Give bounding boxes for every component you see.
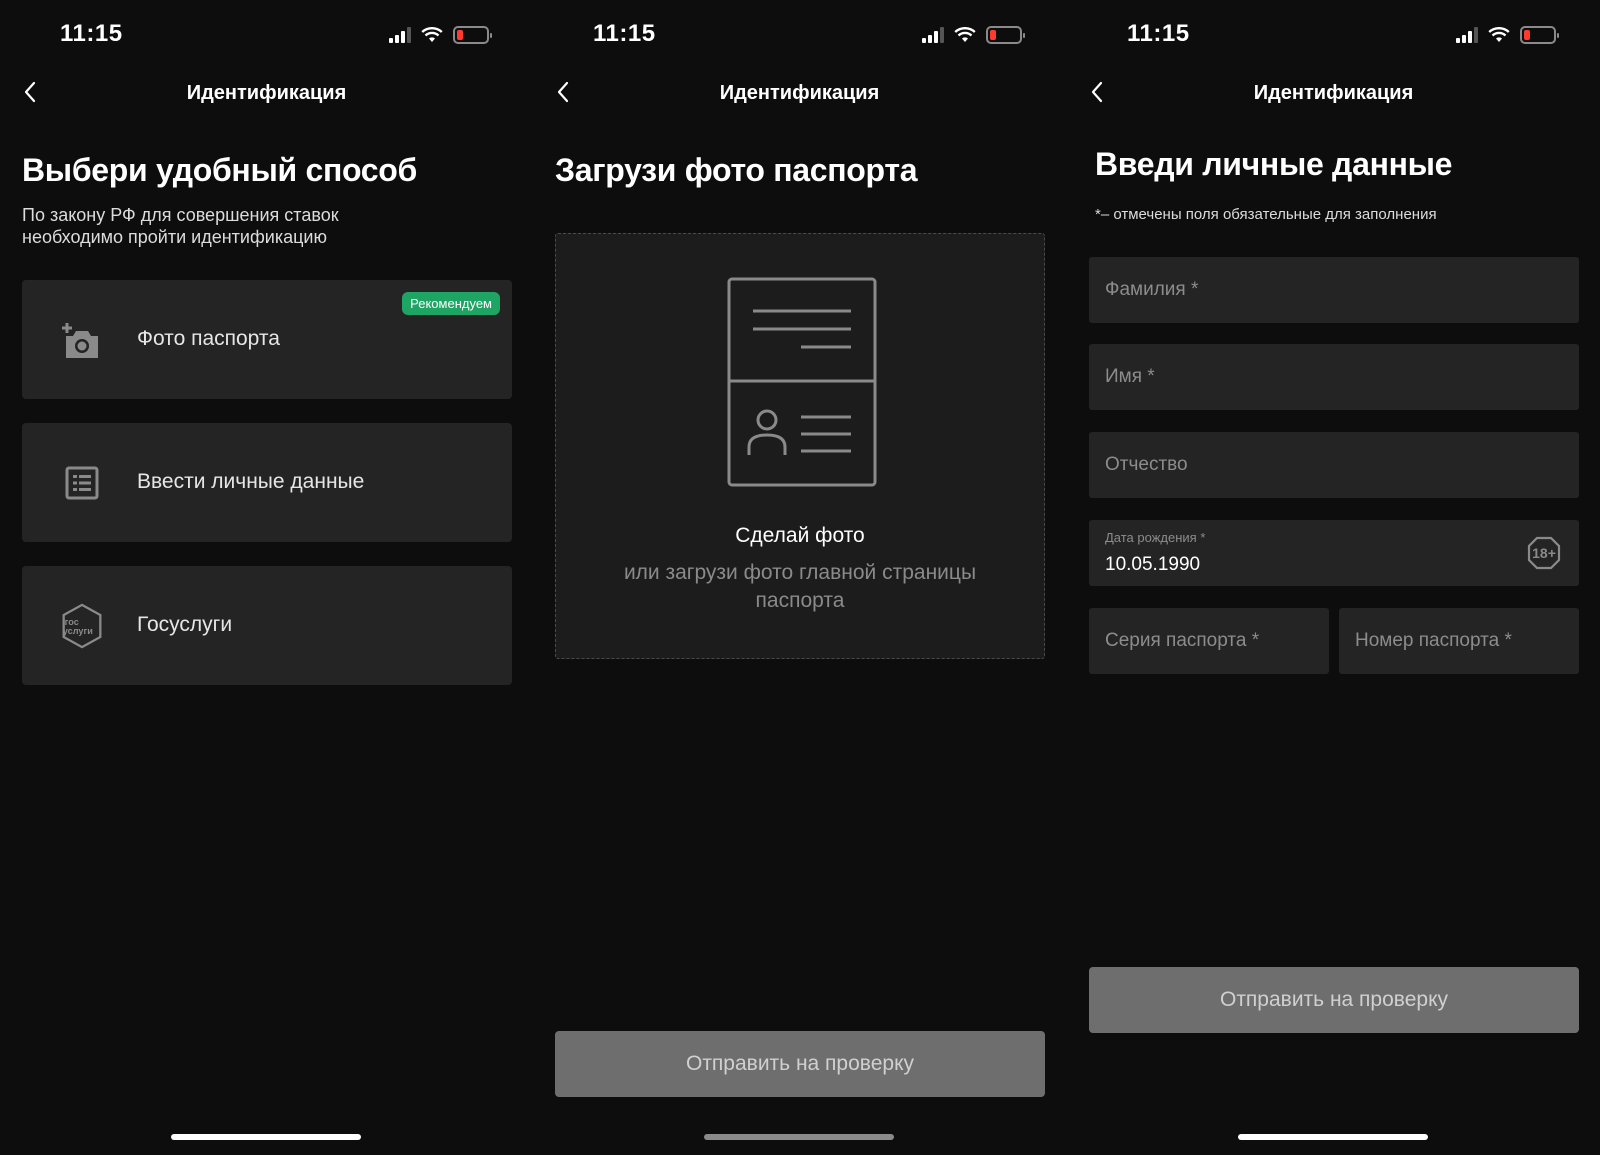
status-icons [922,24,1025,46]
passport-document-icon [727,277,877,487]
required-fields-note: *– отмечены поля обязательные для заполн… [1095,206,1437,223]
page-title: Загрузи фото паспорта [555,152,918,188]
passport-number-placeholder: Номер паспорта * [1355,630,1512,651]
first-name-placeholder: Имя * [1105,366,1155,387]
home-indicator [1238,1134,1428,1140]
passport-series-field[interactable]: Серия паспорта * [1089,608,1329,674]
form-list-icon [60,461,104,505]
birth-date-label: Дата рождения * [1105,530,1206,545]
page-title: Введи личные данные [1095,146,1453,182]
option-passport-photo[interactable]: Фото паспорта Рекомендуем [22,280,512,399]
wifi-icon [1488,27,1510,42]
gosuslugi-icon-text-bottom: услуги [63,626,93,636]
battery-icon [453,26,492,44]
status-time: 11:15 [1127,20,1190,47]
wifi-icon [421,27,443,42]
recommended-badge: Рекомендуем [402,292,500,315]
passport-number-field[interactable]: Номер паспорта * [1339,608,1579,674]
cellular-signal-icon [1456,27,1478,43]
last-name-field[interactable]: Фамилия * [1089,257,1579,323]
option-label: Госуслуги [137,613,233,636]
option-label: Ввести личные данные [137,470,365,493]
first-name-field[interactable]: Имя * [1089,344,1579,410]
last-name-placeholder: Фамилия * [1105,279,1199,300]
patronymic-field[interactable]: Отчество [1089,432,1579,498]
screen-upload-passport: 11:15 Идентификация Загрузи фото паспорт… [533,0,1066,1155]
add-camera-icon [60,318,104,362]
status-time: 11:15 [593,20,656,47]
status-icons [1456,24,1559,46]
option-gosuslugi[interactable]: гос услуги Госуслуги [22,566,512,685]
battery-icon [986,26,1025,44]
passport-series-placeholder: Серия паспорта * [1105,630,1260,651]
screen-personal-data: 11:15 Идентификация Введи личные данные … [1067,0,1600,1155]
option-label: Фото паспорта [137,327,280,350]
age-badge-text: 18+ [1532,545,1556,561]
wifi-icon [954,27,976,42]
birth-date-field[interactable]: Дата рождения * 10.05.1990 18+ [1089,520,1579,586]
patronymic-placeholder: Отчество [1105,454,1188,475]
home-indicator [704,1134,894,1140]
page-subtitle: По закону РФ для совершения ставок необх… [22,205,339,247]
option-enter-personal-data[interactable]: Ввести личные данные [22,423,512,542]
home-indicator [171,1134,361,1140]
submit-button[interactable]: Отправить на проверку [555,1031,1045,1097]
birth-date-value: 10.05.1990 [1105,554,1201,575]
upload-title: Сделай фото [735,524,865,547]
nav-title: Идентификация [1253,82,1414,104]
screen-choose-method: 11:15 Идентификация Выбери удобный спосо… [0,0,533,1155]
upload-hint: или загрузи фото главной страницы паспор… [623,561,977,612]
passport-upload-area[interactable]: Сделай фото или загрузи фото главной стр… [555,233,1045,659]
status-time: 11:15 [60,20,123,47]
cellular-signal-icon [389,27,411,43]
age-18-plus-icon: 18+ [1527,536,1561,570]
nav-title: Идентификация [186,82,347,104]
nav-title: Идентификация [719,82,880,104]
cellular-signal-icon [922,27,944,43]
submit-button[interactable]: Отправить на проверку [1089,967,1579,1033]
status-icons [389,24,492,46]
battery-icon [1520,26,1559,44]
page-title: Выбери удобный способ [22,152,418,188]
gosuslugi-icon: гос услуги [60,603,104,649]
